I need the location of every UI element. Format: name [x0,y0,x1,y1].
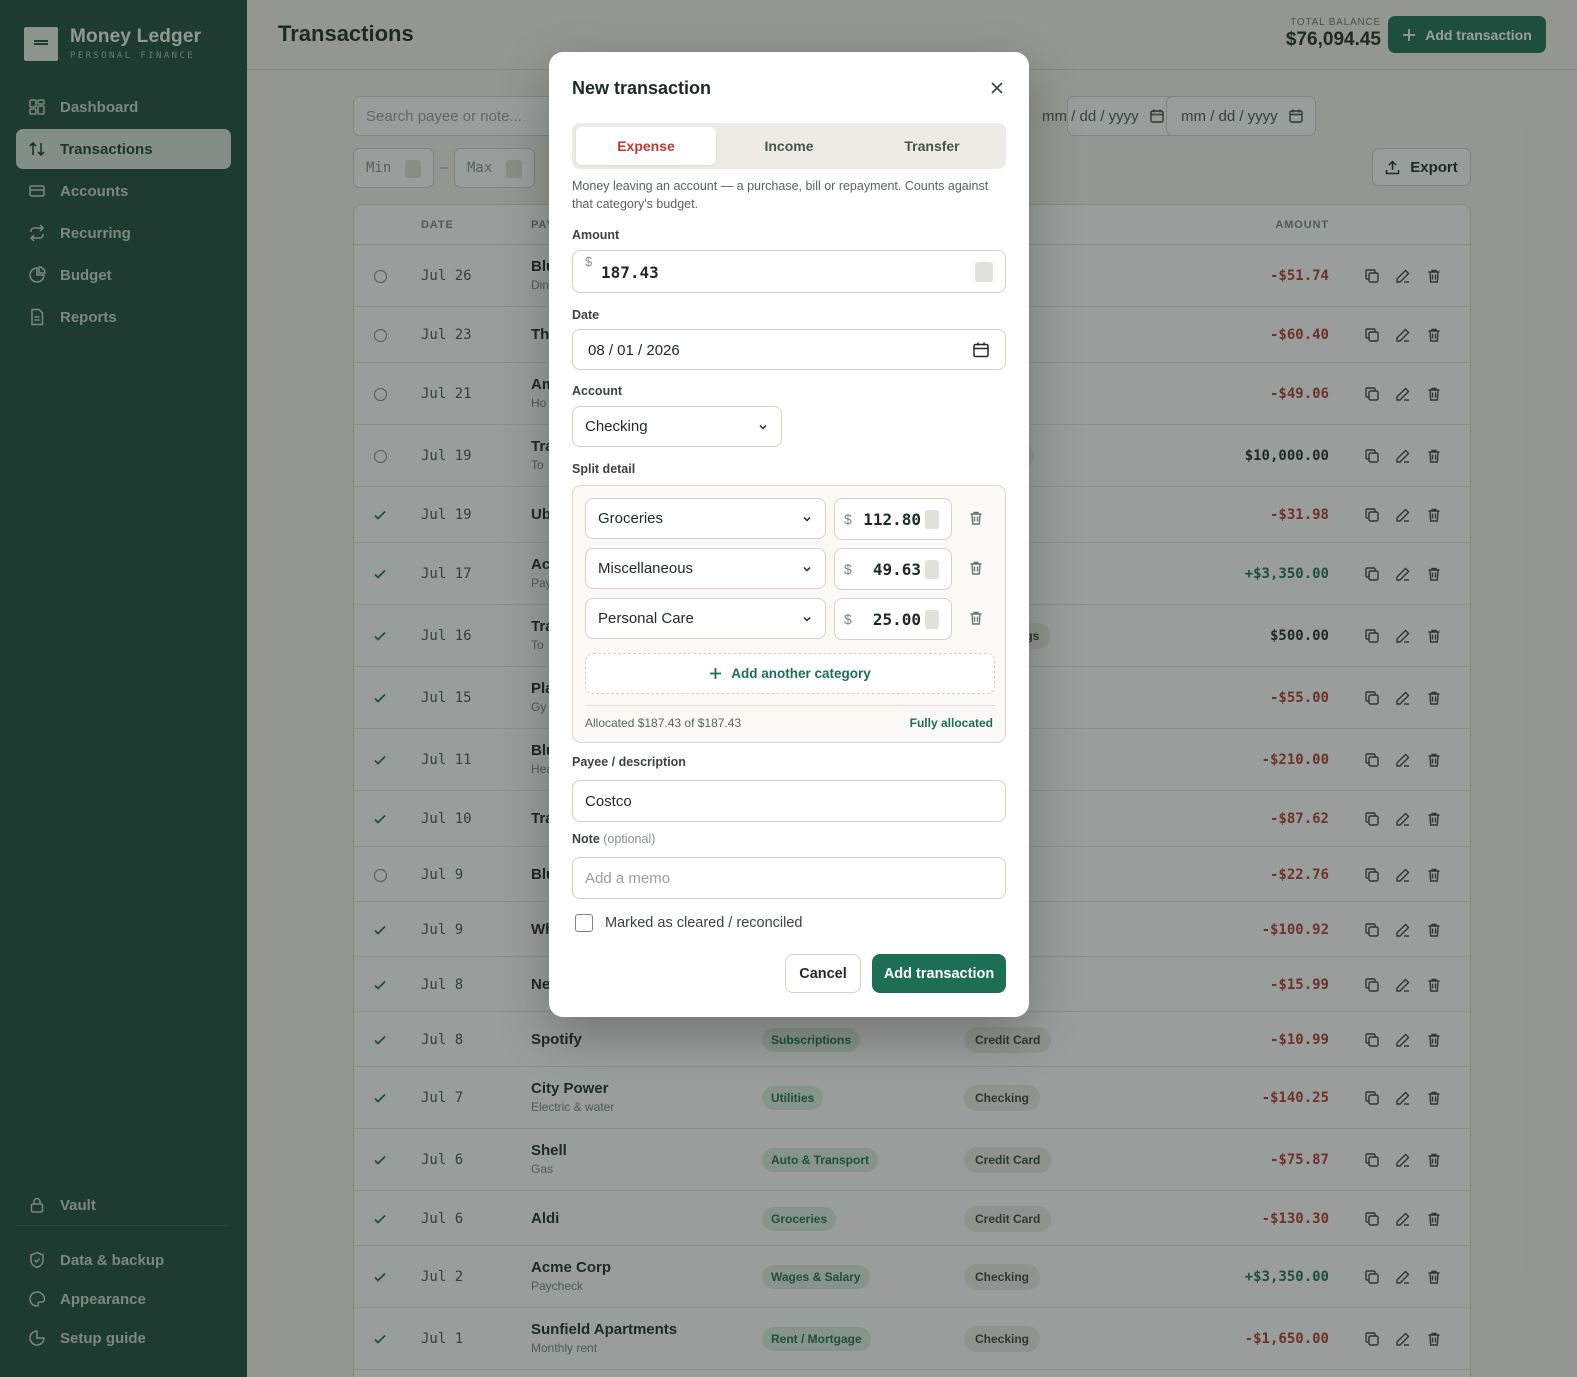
add-category-label: Add another category [731,666,871,681]
split-amount-input[interactable]: $ 49.63 [834,548,952,590]
note-placeholder: Add a memo [585,870,671,887]
stepper-icon[interactable] [925,510,939,529]
split-amount-input[interactable]: $ 112.80 [834,498,952,540]
currency-symbol: $ [585,254,593,269]
split-amount: 25.00 [872,610,921,629]
allocated-summary: Allocated $187.43 of $187.43 [585,716,742,730]
transaction-type-tabs: Expense Income Transfer [572,123,1006,169]
add-category-button[interactable]: Add another category [585,653,995,694]
split-detail-label: Split detail [572,462,636,476]
new-transaction-modal: New transaction Expense Income Transfer … [549,52,1029,1017]
note-optional: (optional) [603,832,656,846]
modal-title: New transaction [572,78,712,98]
currency-symbol: $ [844,561,852,577]
payee-value: Costco [585,793,632,810]
split-amount-input[interactable]: $ 25.00 [834,598,952,640]
type-description: Money leaving an account — a purchase, b… [572,179,989,211]
cancel-button[interactable]: Cancel [785,954,861,993]
date-input[interactable]: 08 / 01 / 2026 [572,329,1006,370]
currency-symbol: $ [844,511,852,527]
account-label: Account [572,384,622,398]
split-detail: Groceries $ 112.80 Miscellaneous $ 49.63 [572,485,1006,743]
note-input[interactable]: Add a memo [572,857,1006,899]
date-label: Date [572,308,600,322]
trash-icon[interactable] [968,610,984,626]
chevron-down-icon [759,424,767,430]
split-category-select[interactable]: Personal Care [585,598,826,639]
cleared-label: Marked as cleared / reconciled [605,915,803,931]
split-category-select[interactable]: Miscellaneous [585,548,826,589]
split-amount: 112.80 [863,510,921,529]
split-row: Miscellaneous $ 49.63 [585,548,995,590]
account-value: Checking [585,418,648,435]
amount-value: 187.43 [601,263,659,282]
amount-label: Amount [572,228,620,242]
currency-symbol: $ [844,611,852,627]
split-category: Personal Care [598,610,694,627]
payee-label: Payee / description [572,755,686,769]
split-category: Miscellaneous [598,560,694,577]
payee-input[interactable]: Costco [572,780,1006,822]
chevron-down-icon [803,566,811,572]
trash-icon[interactable] [968,560,984,576]
split-amount: 49.63 [872,560,921,579]
close-icon[interactable] [989,80,1005,96]
split-category: Groceries [598,510,664,527]
note-label: Note (optional) [572,832,655,846]
note-label-text: Note [572,832,600,846]
split-category-select[interactable]: Groceries [585,498,826,539]
split-row: Personal Care $ 25.00 [585,598,995,640]
stepper-icon[interactable] [925,610,939,629]
tab-expense[interactable]: Expense [576,127,716,165]
stepper-icon[interactable] [975,262,993,282]
trash-icon[interactable] [968,510,984,526]
cleared-checkbox[interactable] [575,914,593,932]
plus-icon [710,668,722,679]
date-value: 08 / 01 / 2026 [588,342,680,359]
tab-transfer[interactable]: Transfer [862,127,1002,165]
allocation-status: Fully allocated [909,716,993,730]
divider [585,705,995,706]
split-row: Groceries $ 112.80 [585,498,995,540]
account-select[interactable]: Checking [572,406,782,447]
chevron-down-icon [803,616,811,622]
calendar-icon[interactable] [972,341,990,359]
tab-income[interactable]: Income [719,127,859,165]
amount-input[interactable]: $ 187.43 [572,250,1006,293]
cleared-checkbox-row[interactable]: Marked as cleared / reconciled [575,914,802,932]
stepper-icon[interactable] [925,560,939,579]
submit-transaction-button[interactable]: Add transaction [872,954,1006,993]
chevron-down-icon [803,516,811,522]
